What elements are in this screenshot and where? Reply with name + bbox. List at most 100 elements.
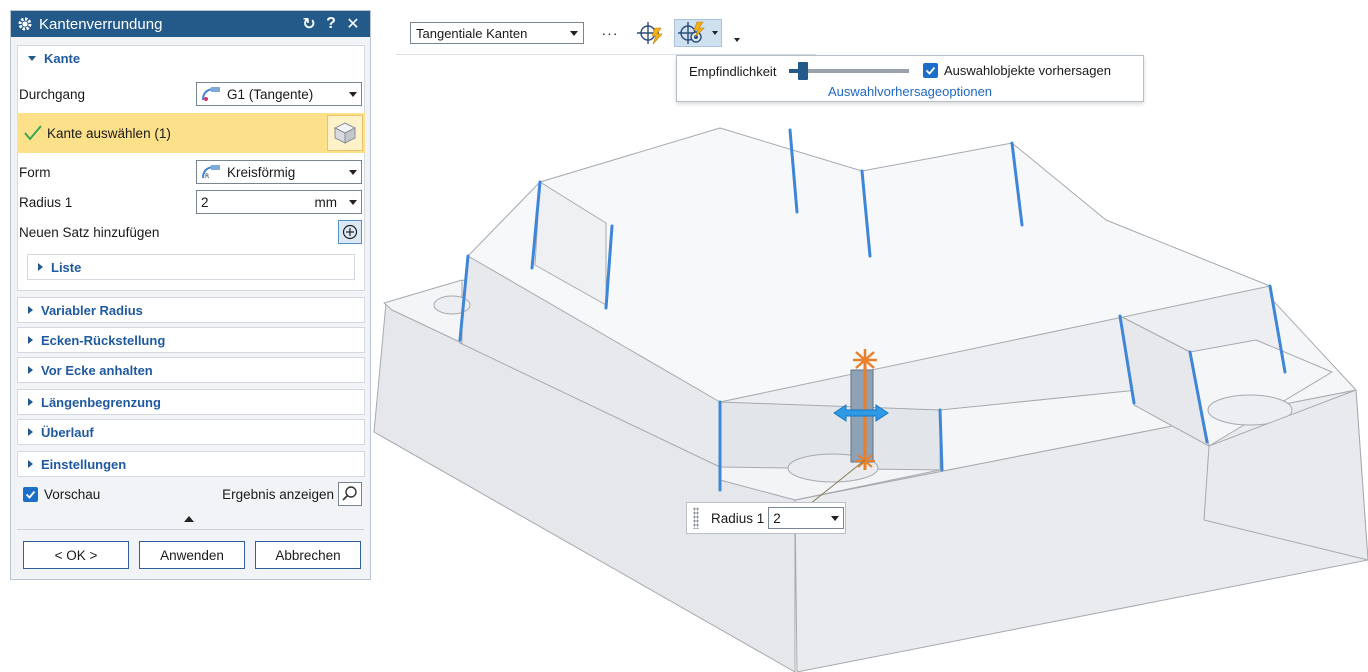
section-title: Einstellungen <box>41 456 127 472</box>
radius-value[interactable]: 2 <box>201 195 315 210</box>
select-edge-button[interactable] <box>327 115 363 151</box>
magnifier-icon <box>342 486 357 501</box>
select-edge-row[interactable]: Kante auswählen (1) <box>17 113 365 153</box>
edge-blend-dialog: Kantenverrundung ↻ ? ✕ Kante Durchgang G… <box>10 10 371 580</box>
collapse-triangle-icon <box>28 336 33 344</box>
selection-toolbar: Tangentiale Kanten ··· <box>396 10 796 54</box>
dialog-buttons: < OK > Anwenden Abbrechen <box>23 541 361 569</box>
edge-section-header[interactable]: Kante <box>18 46 364 70</box>
predict-objects-option[interactable]: Auswahlobjekte vorhersagen <box>923 63 1111 78</box>
collapse-triangle-icon <box>28 428 33 436</box>
radius-field[interactable]: 2 mm <box>196 190 362 214</box>
radius-tip-value[interactable]: 2 <box>773 511 827 526</box>
dialog-separator <box>17 529 364 530</box>
chevron-down-icon <box>831 515 840 521</box>
collapse-dialog-arrow[interactable] <box>184 516 194 522</box>
section-title: Vor Ecke anhalten <box>41 362 153 378</box>
cube-icon <box>333 122 357 144</box>
radius-label: Radius 1 <box>19 194 73 210</box>
radius-unit: mm <box>314 194 338 210</box>
sensitivity-slider-thumb[interactable] <box>798 62 809 80</box>
predict-objects-checkbox[interactable] <box>923 63 938 78</box>
radius-onscreen-input: Radius 1 2 <box>686 502 846 534</box>
dialog-titlebar[interactable]: Kantenverrundung ↻ ? ✕ <box>11 11 370 37</box>
plus-circle-icon <box>342 224 358 240</box>
section-title: Ecken-Rückstellung <box>41 332 166 348</box>
ellipsis-icon: ··· <box>601 25 619 41</box>
circular-shape-icon: R <box>202 165 220 180</box>
checkmark-icon <box>24 125 42 141</box>
more-options-button[interactable]: ··· <box>596 19 624 47</box>
drag-grip-icon[interactable] <box>693 507 699 529</box>
preview-label: Vorschau <box>44 486 101 502</box>
selection-filter-dropdown[interactable]: Tangentiale Kanten <box>410 22 584 44</box>
continuity-dropdown[interactable]: G1 (Tangente) <box>196 82 362 106</box>
length-limit-section[interactable]: Längenbegrenzung <box>17 389 365 415</box>
sensitivity-label: Empfindlichkeit <box>689 64 777 79</box>
preview-checkbox[interactable] <box>23 486 38 502</box>
continuity-label: Durchgang <box>19 86 86 102</box>
corner-setback-section[interactable]: Ecken-Rückstellung <box>17 327 365 353</box>
shape-row: Form R Kreisförmig <box>19 157 362 187</box>
reset-icon[interactable]: ↻ <box>298 14 320 34</box>
shape-label: Form <box>19 164 51 180</box>
edge-section-title: Kante <box>44 50 81 66</box>
stop-short-section[interactable]: Vor Ecke anhalten <box>17 357 365 383</box>
crosshair-lightning-icon <box>637 22 663 45</box>
tangent-edge <box>938 408 944 472</box>
checkmark-icon <box>925 66 936 75</box>
add-set-label: Neuen Satz hinzufügen <box>19 224 160 240</box>
checkmark-icon <box>25 490 36 499</box>
collapse-triangle-icon <box>28 460 33 468</box>
settings-section[interactable]: Einstellungen <box>17 451 365 477</box>
section-title: Überlauf <box>41 424 94 440</box>
help-icon[interactable]: ? <box>320 15 342 33</box>
ok-button[interactable]: < OK > <box>23 541 129 569</box>
radius-row: Radius 1 2 mm <box>19 187 362 217</box>
shape-dropdown[interactable]: R Kreisförmig <box>196 160 362 184</box>
predict-objects-label: Auswahlobjekte vorhersagen <box>944 63 1111 78</box>
show-result-button[interactable] <box>338 482 362 506</box>
list-label: Liste <box>51 259 82 275</box>
chevron-down-icon <box>349 169 357 175</box>
radius-tip-label: Radius 1 <box>711 510 765 526</box>
snap-point-button[interactable] <box>636 19 664 47</box>
selection-prediction-button[interactable] <box>674 19 722 47</box>
add-set-button[interactable] <box>338 220 362 244</box>
section-title: Längenbegrenzung <box>41 394 161 410</box>
chevron-down-icon <box>734 38 740 42</box>
collapse-triangle-icon <box>28 366 33 374</box>
chevron-down-icon <box>712 31 718 35</box>
sensitivity-slider[interactable] <box>789 62 909 80</box>
continuity-row: Durchgang G1 (Tangente) <box>19 79 362 109</box>
svg-text:R: R <box>205 173 209 180</box>
radius-tip-field[interactable]: 2 <box>768 507 845 529</box>
variable-radius-section[interactable]: Variabler Radius <box>17 297 365 323</box>
preview-row: Vorschau Ergebnis anzeigen <box>23 481 362 507</box>
cancel-button[interactable]: Abbrechen <box>255 541 361 569</box>
handle-top-star <box>853 349 877 371</box>
select-edge-label: Kante auswählen (1) <box>47 125 171 141</box>
overflow-section[interactable]: Überlauf <box>17 419 365 445</box>
crosshair-gear-lightning-icon <box>678 21 705 44</box>
chevron-down-icon <box>349 91 357 97</box>
gear-icon <box>18 17 32 31</box>
selection-filter-value: Tangentiale Kanten <box>416 25 528 41</box>
section-title: Variabler Radius <box>41 302 143 318</box>
toolbar-overflow-button[interactable] <box>730 19 744 47</box>
list-subsection[interactable]: Liste <box>27 254 355 280</box>
close-icon[interactable]: ✕ <box>342 14 364 34</box>
collapse-triangle-icon <box>38 263 43 271</box>
prediction-options-link[interactable]: Auswahlvorhersageoptionen <box>677 84 1143 99</box>
dialog-title: Kantenverrundung <box>39 15 163 33</box>
selection-prediction-popup: Empfindlichkeit Auswahlobjekte vorhersag… <box>676 55 1144 102</box>
tangent-continuity-icon <box>202 87 220 101</box>
continuity-value: G1 (Tangente) <box>227 86 314 102</box>
add-set-row: Neuen Satz hinzufügen <box>19 217 362 247</box>
expand-triangle-icon <box>28 55 36 61</box>
apply-button[interactable]: Anwenden <box>139 541 245 569</box>
chevron-down-icon <box>349 199 357 205</box>
shape-value: Kreisförmig <box>227 164 296 180</box>
collapse-triangle-icon <box>28 398 33 406</box>
chevron-down-icon <box>570 30 578 36</box>
